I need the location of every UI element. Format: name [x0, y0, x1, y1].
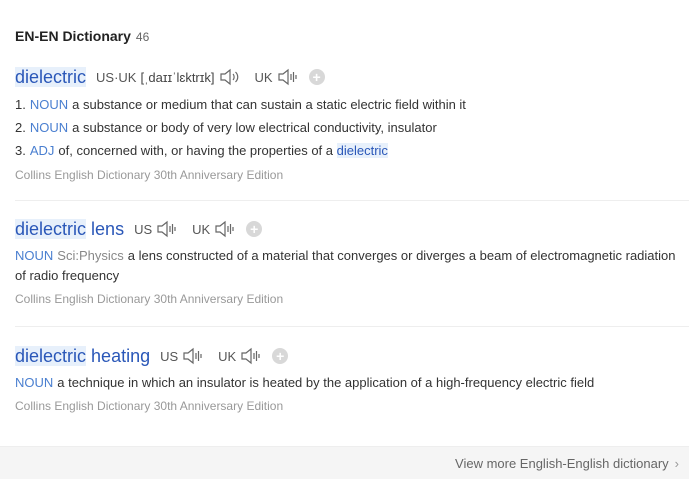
speaker-icon[interactable]	[219, 68, 241, 86]
entry-word[interactable]: dielectric	[15, 66, 87, 88]
speaker-icon[interactable]	[240, 347, 262, 365]
speaker-icon[interactable]	[182, 347, 204, 365]
part-of-speech: NOUN	[29, 97, 69, 112]
dictionary-source: Collins English Dictionary 30th Annivers…	[15, 168, 284, 182]
pron-us: US	[160, 347, 204, 365]
sense-number: 1.	[15, 97, 26, 112]
pron-uk: UK	[255, 68, 299, 86]
entry-dielectric-lens: dielectric lens US UK + NOUN Sci:Physics a…	[15, 218, 689, 306]
sense-text: a substance or medium that can sustain a…	[72, 97, 466, 112]
divider	[15, 326, 689, 327]
add-icon[interactable]: +	[308, 69, 325, 85]
pron-us: US	[134, 220, 178, 238]
sense-item: 1. NOUN a substance or medium that can sus…	[15, 93, 689, 116]
definition: NOUN a technique in which an insulator is…	[15, 373, 680, 393]
definition: NOUN Sci:Physics a lens constructed of a m…	[15, 246, 680, 286]
sense-text: a substance or body of very low electric…	[72, 120, 437, 135]
divider	[15, 200, 689, 201]
pron-label-us: US	[160, 348, 179, 364]
subject-domain: Sci:Physics	[57, 248, 124, 263]
entry-word[interactable]: dielectric heating	[15, 345, 150, 367]
pron-uk: UK	[192, 220, 236, 238]
part-of-speech: NOUN	[15, 248, 54, 263]
view-more-link[interactable]: View more English-English dictionary ›	[455, 456, 679, 471]
part-of-speech: ADJ	[29, 143, 55, 158]
entry-word[interactable]: dielectric lens	[15, 218, 124, 240]
entry-dielectric-heating: dielectric heating US UK + NOUN a techniq…	[15, 345, 689, 413]
phonetic-text: [ˌdaɪɪˈlɛktrɪk]	[140, 69, 215, 85]
part-of-speech: NOUN	[15, 375, 54, 390]
dictionary-title: EN-EN Dictionary	[15, 28, 131, 44]
sense-number: 2.	[15, 120, 26, 135]
pron-us-uk: US·UK [ˌdaɪɪˈlɛktrɪk]	[96, 68, 240, 86]
pron-label-uk: UK	[254, 69, 273, 85]
sense-item: 2. NOUN a substance or body of very low el…	[15, 116, 689, 139]
speaker-icon[interactable]	[156, 220, 178, 238]
speaker-icon[interactable]	[214, 220, 236, 238]
dictionary-source: Collins English Dictionary 30th Annivers…	[15, 399, 284, 413]
footer-bar: View more English-English dictionary ›	[0, 446, 689, 479]
dictionary-source: Collins English Dictionary 30th Annivers…	[15, 292, 284, 306]
sense-number: 3.	[15, 143, 26, 158]
highlighted-term-link[interactable]: dielectric	[336, 143, 388, 158]
view-more-label: View more English-English dictionary	[455, 456, 669, 471]
add-icon[interactable]: +	[246, 221, 263, 237]
pron-label-uk: UK	[218, 348, 237, 364]
sense-text: of, concerned with, or having the proper…	[58, 143, 334, 158]
part-of-speech: NOUN	[29, 120, 69, 135]
pron-uk: UK	[218, 347, 262, 365]
sense-item: 3. ADJ of, concerned with, or having the p…	[15, 139, 689, 162]
speaker-icon[interactable]	[277, 68, 299, 86]
pron-label-us-uk: US·UK	[96, 69, 137, 85]
dictionary-header: EN-EN Dictionary 46	[15, 28, 149, 44]
pron-label-uk: UK	[192, 221, 211, 237]
add-icon[interactable]: +	[272, 348, 289, 364]
definition-text: a technique in which an insulator is hea…	[57, 375, 595, 390]
result-count: 46	[135, 30, 150, 44]
entry-dielectric: dielectric US·UK [ˌdaɪɪˈlɛktrɪk] UK + 1.…	[15, 66, 689, 182]
chevron-right-icon: ›	[674, 456, 679, 471]
pron-label-us: US	[134, 221, 153, 237]
